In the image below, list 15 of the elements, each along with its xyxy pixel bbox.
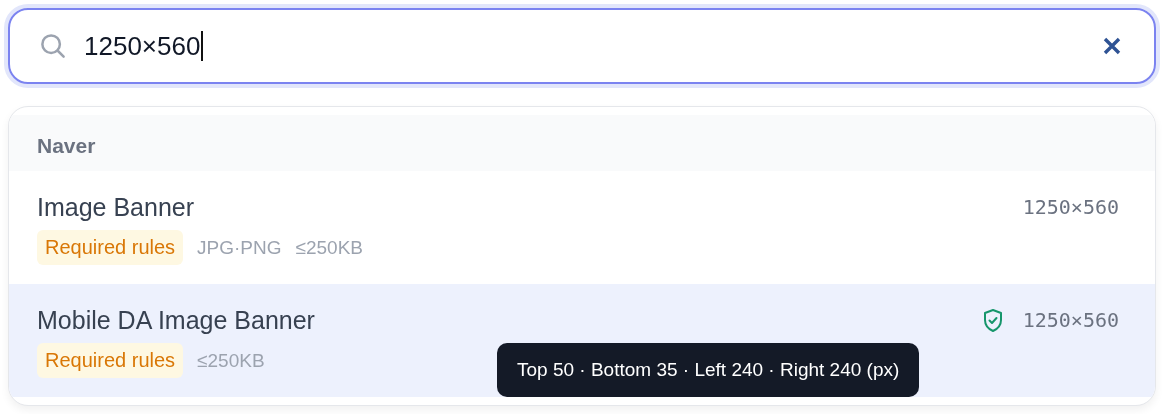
tooltip: Top 50 · Bottom 35 · Left 240 · Right 240 (px) <box>497 343 920 397</box>
group-header: Naver <box>9 115 1155 171</box>
size-label: 1250×560 <box>1022 308 1119 332</box>
spec-label: JPG·PNG <box>197 236 282 259</box>
close-icon[interactable] <box>1102 36 1122 56</box>
required-tag: Required rules <box>37 343 184 378</box>
spec-label: ≤250KB <box>295 236 363 259</box>
spec-label: ≤250KB <box>197 349 265 372</box>
search-icon <box>38 31 68 61</box>
item-name: Image Banner <box>37 193 196 222</box>
size-label: 1250×560 <box>1022 195 1119 219</box>
item-name: Mobile DA Image Banner <box>37 306 315 335</box>
result-item[interactable]: Image Banner Required rules JPG·PNG ≤250KB 1250×560 <box>9 171 1155 284</box>
required-tag: Required rules <box>37 230 184 265</box>
search-value: 1250×560 <box>84 30 201 62</box>
